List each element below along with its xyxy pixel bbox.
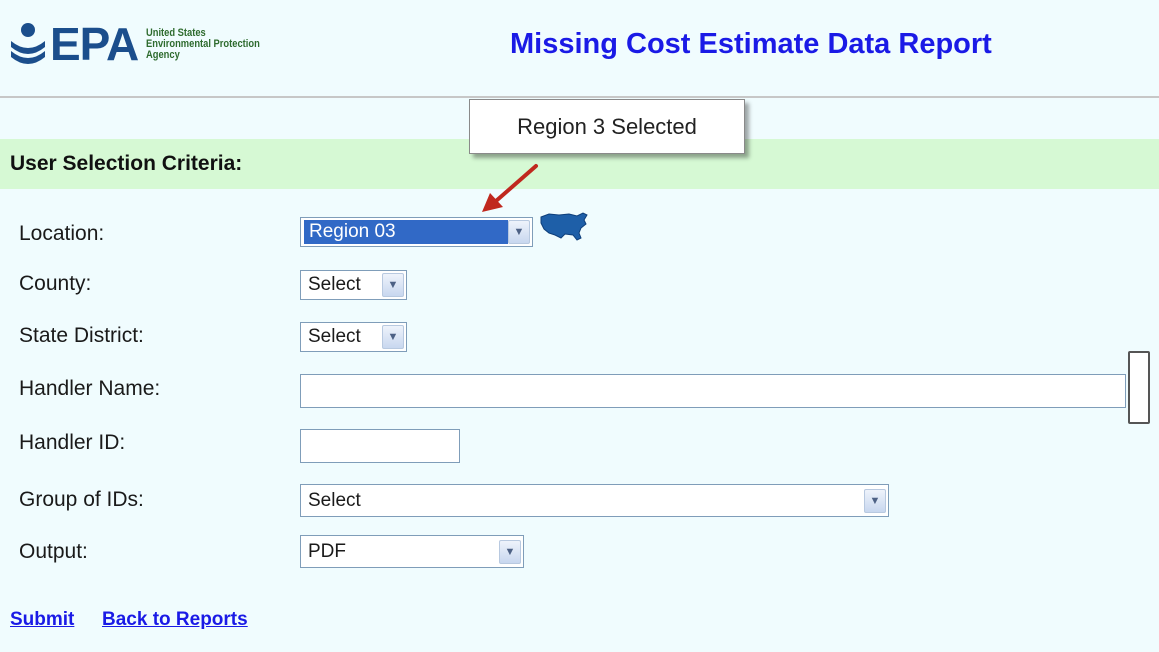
county-label: County: (19, 272, 92, 295)
annotation-callout: Region 3 Selected (469, 99, 745, 154)
location-label: Location: (19, 222, 105, 245)
chevron-down-icon[interactable]: ▼ (382, 273, 404, 297)
handler-id-label: Handler ID: (19, 431, 126, 454)
county-value: Select (308, 274, 361, 295)
group-of-ids-value: Select (308, 489, 361, 511)
scrollbar-handle[interactable] (1128, 351, 1150, 424)
section-title: User Selection Criteria: (10, 152, 243, 175)
state-district-label: State District: (19, 324, 144, 347)
county-select[interactable]: Select ▼ (300, 270, 407, 300)
chevron-down-icon[interactable]: ▼ (864, 488, 886, 513)
chevron-down-icon[interactable]: ▼ (382, 325, 404, 349)
location-select[interactable]: Region 03 ▼ (300, 217, 533, 247)
handler-name-label: Handler Name: (19, 377, 161, 400)
output-label: Output: (19, 540, 88, 563)
chevron-down-icon[interactable]: ▼ (508, 220, 530, 244)
logo-wordmark: EPA (50, 18, 139, 70)
epa-logo-icon (11, 23, 45, 64)
output-value: PDF (308, 540, 346, 562)
header-divider (0, 96, 1159, 98)
epa-logo[interactable]: EPA United States Environmental Protecti… (8, 18, 280, 70)
state-district-value: Select (308, 326, 361, 347)
chevron-down-icon[interactable]: ▼ (499, 539, 521, 564)
state-district-select[interactable]: Select ▼ (300, 322, 407, 352)
location-value: Region 03 (304, 220, 508, 244)
output-select[interactable]: PDF ▼ (300, 535, 524, 568)
agency-name: United States Environmental Protection A… (146, 27, 260, 61)
agency-line-3: Agency (146, 48, 180, 61)
group-of-ids-label: Group of IDs: (19, 488, 144, 511)
handler-name-input[interactable] (300, 374, 1126, 408)
back-to-reports-link[interactable]: Back to Reports (102, 609, 248, 631)
page-title: Missing Cost Estimate Data Report (510, 28, 992, 60)
page-header: EPA United States Environmental Protecti… (0, 0, 1159, 96)
group-of-ids-select[interactable]: Select ▼ (300, 484, 889, 517)
submit-link[interactable]: Submit (10, 609, 74, 631)
handler-id-input[interactable] (300, 429, 460, 463)
us-map-icon[interactable] (539, 211, 589, 243)
